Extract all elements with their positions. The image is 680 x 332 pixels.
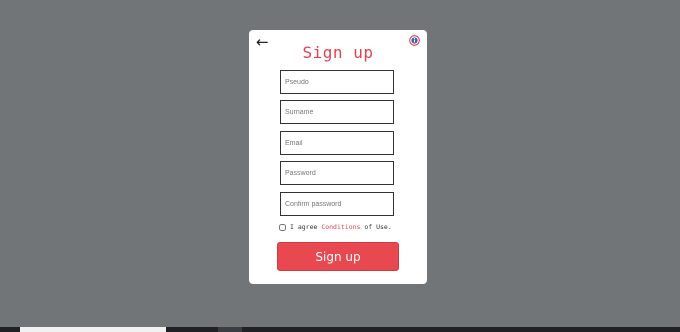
password-input[interactable] (280, 161, 394, 185)
pseudo-input[interactable] (280, 70, 394, 94)
signup-button[interactable]: Sign up (277, 242, 399, 271)
taskbar-search[interactable] (20, 327, 166, 332)
surname-input[interactable] (280, 100, 394, 124)
confirm-password-input[interactable] (280, 192, 394, 216)
taskbar (0, 327, 680, 332)
terms-suffix: of Use. (360, 223, 392, 231)
signup-card: ← Sign up I agree Conditions of Use. Sig… (249, 30, 427, 284)
page-title: Sign up (302, 43, 374, 62)
conditions-link[interactable]: Conditions (321, 223, 360, 231)
terms-prefix: I agree (290, 223, 322, 231)
email-input[interactable] (280, 131, 394, 155)
terms-agreement: I agree Conditions of Use. (279, 222, 392, 232)
taskbar-app[interactable] (218, 327, 242, 332)
terms-checkbox[interactable] (279, 223, 286, 231)
